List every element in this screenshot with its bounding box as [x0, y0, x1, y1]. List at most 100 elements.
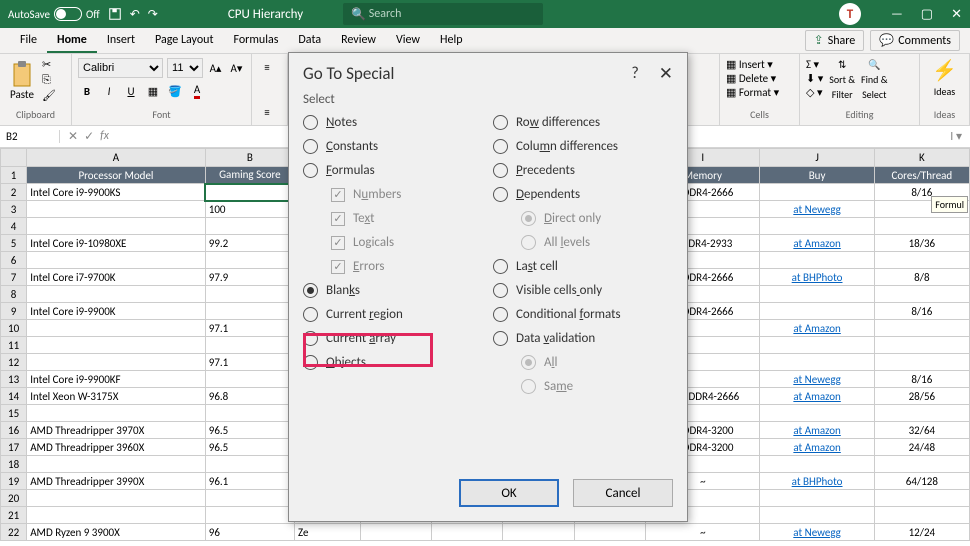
cell[interactable]: 97.9 [205, 269, 294, 286]
undo-icon[interactable]: ↶ [130, 7, 140, 22]
cell[interactable]: 8/16 [874, 303, 969, 320]
fx-icon[interactable]: fx [100, 129, 109, 144]
cell[interactable]: 96.5 [205, 439, 294, 456]
cell[interactable] [431, 524, 502, 541]
menu-tab-page-layout[interactable]: Page Layout [145, 29, 223, 53]
cell[interactable]: 97.1 [205, 320, 294, 337]
menu-tab-review[interactable]: Review [331, 29, 386, 53]
help-icon[interactable]: ? [631, 64, 638, 83]
cell[interactable]: 8/16 [874, 371, 969, 388]
cell[interactable] [205, 303, 294, 320]
option-current-array[interactable]: Current array [303, 331, 483, 346]
find-select-button[interactable]: 🔍 Find &Select [861, 58, 887, 101]
close-icon[interactable]: ✕ [951, 7, 962, 22]
row-header[interactable]: 21 [1, 507, 27, 524]
cell[interactable] [874, 456, 969, 473]
row-header[interactable]: 7 [1, 269, 27, 286]
row-header[interactable]: 1 [1, 167, 27, 184]
cell[interactable]: Ze [295, 524, 360, 541]
cell[interactable]: 96 [205, 524, 294, 541]
option-objects[interactable]: Objects [303, 355, 483, 370]
underline-icon[interactable]: U [122, 82, 140, 100]
option-numbers[interactable]: ✓Numbers [303, 187, 483, 202]
cell[interactable]: at Newegg [760, 371, 874, 388]
row-header[interactable]: 12 [1, 354, 27, 371]
row-header[interactable]: 5 [1, 235, 27, 252]
border-icon[interactable]: ▦ [144, 82, 162, 100]
table-header-cell[interactable]: Processor Model [27, 167, 206, 184]
cell[interactable] [205, 252, 294, 269]
cell[interactable] [205, 184, 294, 201]
share-button[interactable]: ⇪ Share [805, 30, 865, 51]
cell[interactable] [27, 490, 206, 507]
ideas-button[interactable]: ⚡ Ideas [926, 58, 963, 98]
cell[interactable]: at Amazon [760, 320, 874, 337]
row-header[interactable]: 14 [1, 388, 27, 405]
cell[interactable] [760, 354, 874, 371]
cell[interactable] [760, 337, 874, 354]
row-header[interactable]: 17 [1, 439, 27, 456]
cell[interactable]: ~ [646, 524, 760, 541]
align-center-icon[interactable]: ≡ [258, 103, 276, 121]
cell[interactable] [27, 218, 206, 235]
option-errors[interactable]: ✓Errors [303, 259, 483, 274]
cell[interactable] [205, 218, 294, 235]
menu-tab-help[interactable]: Help [430, 29, 473, 53]
option-row-differences[interactable]: Row differences [493, 115, 673, 130]
increase-font-icon[interactable]: A▴ [207, 59, 224, 77]
cell[interactable]: 18/36 [874, 235, 969, 252]
option-conditional-formats[interactable]: Conditional formats [493, 307, 673, 322]
cell[interactable]: at Newegg [760, 201, 874, 218]
cell[interactable] [874, 320, 969, 337]
cell[interactable]: Intel Core i9-9900K [27, 303, 206, 320]
cell[interactable] [760, 184, 874, 201]
cell[interactable]: Intel Core i9-10980XE [27, 235, 206, 252]
cell[interactable]: at Amazon [760, 422, 874, 439]
italic-icon[interactable]: I [100, 82, 118, 100]
option-text[interactable]: ✓Text [303, 211, 483, 226]
cell[interactable]: AMD Threadripper 3990X [27, 473, 206, 490]
cell[interactable] [760, 490, 874, 507]
cell[interactable]: Intel Xeon W-3175X [27, 388, 206, 405]
row-header[interactable]: 15 [1, 405, 27, 422]
menu-tab-data[interactable]: Data [288, 29, 331, 53]
cell[interactable]: 64/128 [874, 473, 969, 490]
toggle-switch-icon[interactable] [54, 7, 82, 21]
cell[interactable]: 32/64 [874, 422, 969, 439]
format-cells-button[interactable]: ▦ Format ▾ [726, 86, 779, 99]
col-header[interactable]: J [760, 149, 874, 167]
cell[interactable]: 99.2 [205, 235, 294, 252]
cell[interactable] [205, 490, 294, 507]
option-column-differences[interactable]: Column differences [493, 139, 673, 154]
cell[interactable]: at Amazon [760, 235, 874, 252]
cell[interactable]: at BHPhoto [760, 473, 874, 490]
insert-cells-button[interactable]: ▦ Insert ▾ [726, 58, 773, 71]
comments-button[interactable]: 💬 Comments [870, 30, 960, 51]
row-header[interactable]: 3 [1, 201, 27, 218]
option-visible-cells-only[interactable]: Visible cells only [493, 283, 673, 298]
cell[interactable] [874, 405, 969, 422]
cell[interactable] [874, 490, 969, 507]
autosum-icon[interactable]: Σ ▾ [806, 58, 823, 71]
cut-icon[interactable]: ✂ [42, 58, 56, 71]
cell[interactable]: Intel Core i9-9900KS [27, 184, 206, 201]
row-header[interactable]: 13 [1, 371, 27, 388]
cell[interactable] [760, 456, 874, 473]
font-size-select[interactable]: 11 [167, 58, 203, 78]
paste-button[interactable]: Paste [6, 58, 38, 103]
cell[interactable]: 28/56 [874, 388, 969, 405]
clear-icon[interactable]: ◇ ▾ [806, 86, 823, 99]
col-header[interactable]: A [27, 149, 206, 167]
cell[interactable]: 96.8 [205, 388, 294, 405]
fill-icon[interactable]: ⬇ ▾ [806, 72, 823, 85]
cell[interactable] [874, 218, 969, 235]
sort-filter-button[interactable]: ⇅ Sort &Filter [829, 58, 855, 101]
cell[interactable] [27, 286, 206, 303]
decrease-font-icon[interactable]: A▾ [228, 59, 245, 77]
cell[interactable] [205, 456, 294, 473]
cell[interactable] [27, 405, 206, 422]
cell[interactable] [874, 354, 969, 371]
cell[interactable] [760, 303, 874, 320]
row-header[interactable]: 6 [1, 252, 27, 269]
row-header[interactable]: 19 [1, 473, 27, 490]
